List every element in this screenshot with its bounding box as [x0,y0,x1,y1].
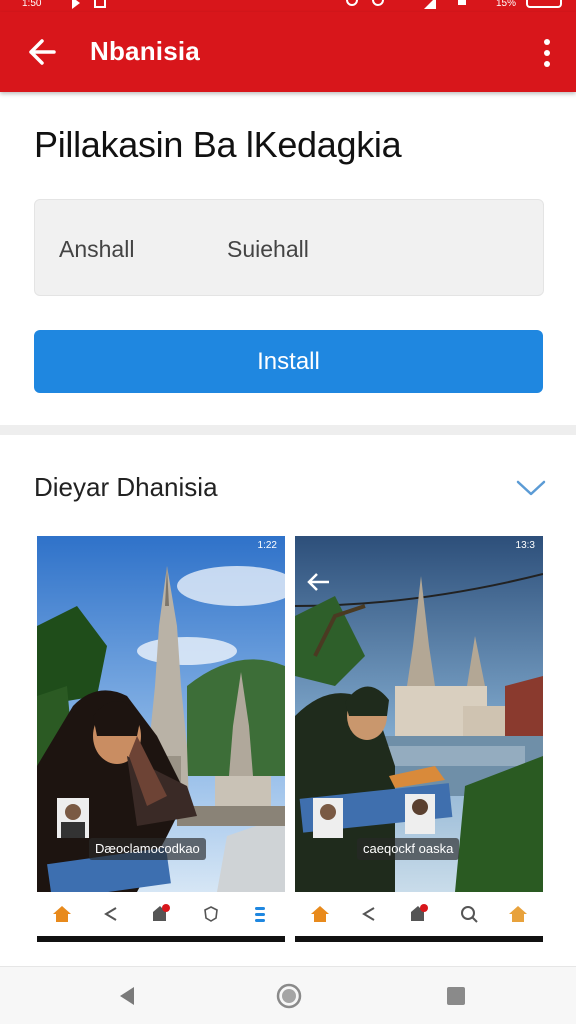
screenshot-status-time: 1:22 [257,540,277,551]
install-button[interactable]: Install [34,330,543,393]
play-icon [72,0,80,9]
notification-box-icon [94,0,106,8]
wifi-icon [458,0,466,5]
screenshot-nav-bar [37,892,285,936]
system-nav-bar [0,966,576,1024]
app-info-box: Anshall Suiehall [34,199,544,296]
app-store-screen: 1:50 15% Nbanisia Pillakasin Ba lKedagki… [0,0,576,1024]
back-triangle-icon[interactable] [116,985,138,1007]
screenshot-nav-bar [295,892,543,936]
home-circle-icon[interactable] [276,983,302,1009]
recents-square-icon[interactable] [446,986,466,1006]
battery-percent: 15% [495,0,516,9]
screenshot-status-time: 13:3 [515,540,535,551]
info-right-label: Suiehall [227,236,309,262]
screenshot-caption: Dæoclamocodkao [89,838,206,860]
more-vertical-icon [544,61,550,67]
screenshots-section-title: Dieyar Dhanisia [34,472,218,502]
app-screenshot-2[interactable]: 13:3 caeqockf oaska [295,536,543,942]
status-time: 1:50 [22,0,42,9]
info-left-label: Anshall [59,236,135,262]
home-icon [507,903,529,925]
app-bar: Nbanisia [0,12,576,92]
battery-icon [526,0,562,8]
arrow-left-icon [307,573,329,591]
shield-icon [200,903,222,925]
notification-icon [150,903,172,925]
section-divider [0,425,576,435]
screenshot-caption: caeqockf oaska [357,838,460,860]
share-icon [358,903,380,925]
chevron-down-icon[interactable] [514,472,548,502]
arrow-left-icon [29,39,56,65]
notification-icon [408,903,430,925]
app-screenshot-1[interactable]: 1:22 Dæoclamocodkao [37,536,285,942]
app-bar-title: Nbanisia [90,36,200,66]
circle-icon [372,0,384,6]
status-bar: 1:50 15% [0,0,576,12]
home-icon [309,903,331,925]
more-vertical-icon [544,39,550,45]
signal-icon [424,0,436,9]
back-button[interactable] [22,34,62,70]
app-name: Pillakasin Ba lKedagkia [34,124,402,165]
menu-icon [249,903,271,925]
circle-icon [346,0,358,6]
search-icon [458,903,480,925]
share-icon [100,903,122,925]
home-icon [51,903,73,925]
overflow-menu-button[interactable] [532,36,562,70]
more-vertical-icon [544,50,550,56]
